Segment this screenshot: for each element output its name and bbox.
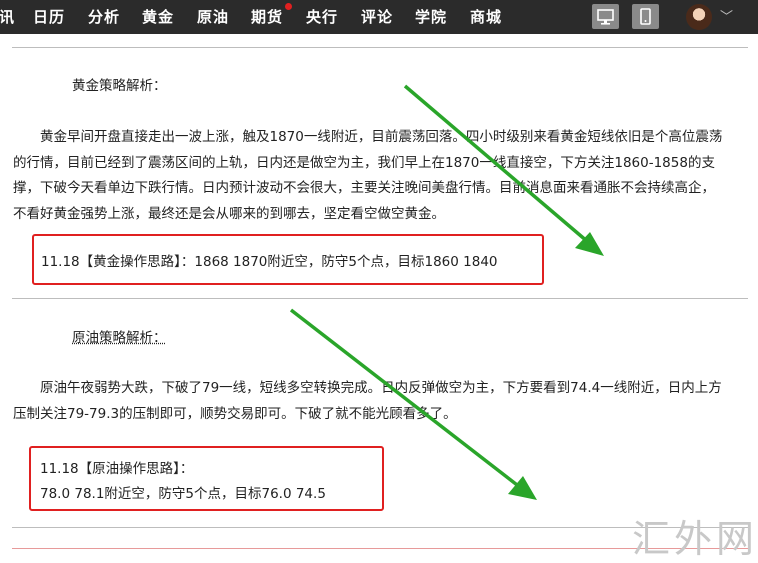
arrow-overlay <box>289 84 604 500</box>
green-arrow-oil <box>289 308 537 500</box>
green-arrow-gold <box>403 84 604 256</box>
